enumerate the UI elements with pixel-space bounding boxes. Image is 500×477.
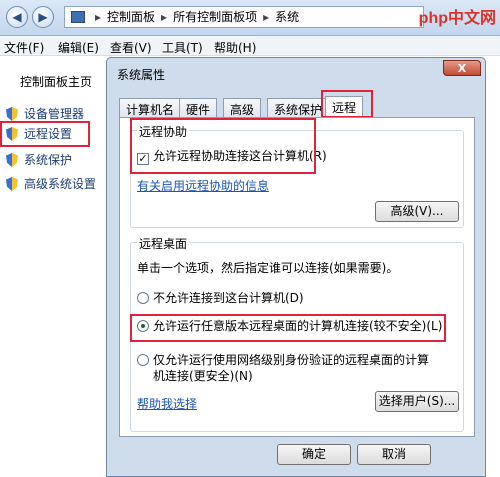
menu-help[interactable]: 帮助(H) [214,39,256,56]
tab-computer-name[interactable]: 计算机名 [119,98,182,118]
highlight-remote-tab [321,90,373,118]
highlight-remote-settings [0,121,90,147]
menu-edit[interactable]: 编辑(E) [58,39,99,56]
group-title: 远程桌面 [137,235,190,252]
radio-allow-nla-only[interactable]: 仅允许运行使用网络级别身份验证的远程桌面的计算 [137,351,429,368]
menu-tools[interactable]: 工具(T) [162,39,203,56]
tab-hardware[interactable]: 硬件 [179,98,218,118]
radio-icon [137,292,149,304]
site-logo: php中文网 [418,10,496,27]
shield-icon [6,107,18,121]
left-pane: 控制面板主页 设备管理器 远程设置 系统保护 高级系统设置 [0,57,108,477]
menu-view[interactable]: 查看(V) [110,39,152,56]
menu-bar: 文件(F) 编辑(E) 查看(V) 工具(T) 帮助(H) [0,36,500,56]
close-button[interactable]: X [443,60,481,76]
radio-no-connections[interactable]: 不允许连接到这台计算机(D) [137,289,304,306]
select-users-button[interactable]: 选择用户(S)... [375,391,459,412]
help-me-choose-link[interactable]: 帮助我选择 [137,395,197,412]
advanced-button[interactable]: 高级(V)... [375,201,459,222]
chevron-right-icon: ▸ [161,10,168,24]
back-button[interactable]: ◀ [6,6,28,28]
radio-icon [137,354,149,366]
tab-advanced[interactable]: 高级 [223,98,262,118]
remote-tab-panel: 远程协助 ✓ 允许远程协助连接这台计算机(R) 有关启用远程协助的信息 高级(V)… [119,117,475,437]
menu-file[interactable]: 文件(F) [4,39,44,56]
cancel-button[interactable]: 取消 [357,444,431,465]
sidebar-item-advanced-settings[interactable]: 高级系统设置 [6,175,96,193]
chevron-right-icon: ▸ [263,10,270,24]
breadcrumb-item[interactable]: 所有控制面板项 [173,10,257,24]
address-bar-area: ◀ ▶ ▸ 控制面板 ▸ 所有控制面板项 ▸ 系统 php中文网 [0,0,500,36]
control-panel-home-link[interactable]: 控制面板主页 [20,73,92,90]
instruction-text: 单击一个选项，然后指定谁可以连接(如果需要)。 [137,261,399,275]
breadcrumb-item[interactable]: 系统 [275,10,299,24]
sidebar-item-system-protection[interactable]: 系统保护 [6,151,72,169]
dialog-title: 系统属性 [117,68,166,82]
tab-system-protection[interactable]: 系统保护 [267,98,330,118]
ok-button[interactable]: 确定 [277,444,351,465]
shield-icon [6,153,18,167]
forward-button[interactable]: ▶ [32,6,54,28]
breadcrumb-item[interactable]: 控制面板 [107,10,155,24]
address-box[interactable]: ▸ 控制面板 ▸ 所有控制面板项 ▸ 系统 [64,6,424,28]
radio-allow-nla-only-line2: 机连接(更安全)(N) [153,369,253,383]
chevron-right-icon: ▸ [95,10,102,24]
control-panel-icon [71,11,85,23]
highlight-allow-any-version [130,314,446,342]
remote-assistance-info-link[interactable]: 有关启用远程协助的信息 [137,177,269,194]
system-properties-dialog: 系统属性 X 计算机名 硬件 高级 系统保护 远程 远程协助 ✓ 允许远程协助连接… [106,57,486,477]
shield-icon [6,177,18,191]
highlight-remote-assistance [130,118,316,174]
